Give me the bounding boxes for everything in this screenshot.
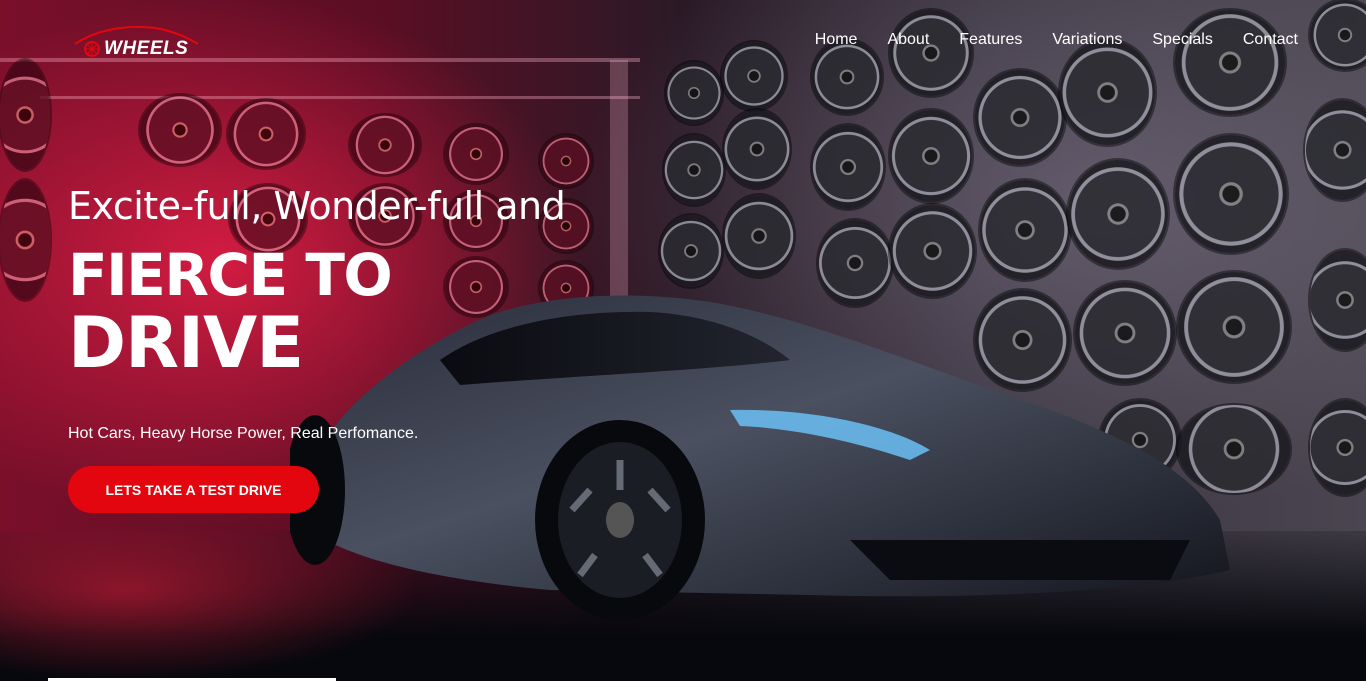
- wheel-rim: [140, 95, 220, 165]
- wheel-rim: [445, 125, 507, 183]
- hero-subtitle: Hot Cars, Heavy Horse Power, Real Perfom…: [68, 425, 419, 442]
- hero-headline: FIERCE TO DRIVE: [68, 241, 393, 384]
- wheel-rim: [980, 180, 1070, 280]
- main-nav: Home About Features Variations Specials …: [815, 31, 1298, 49]
- wheel-rim: [660, 215, 722, 287]
- wheel-rim: [350, 115, 420, 175]
- wheel-rim: [724, 195, 794, 277]
- nav-features[interactable]: Features: [959, 31, 1022, 49]
- brand-logo[interactable]: WHEELS: [74, 25, 199, 60]
- wheel-rim: [812, 125, 884, 209]
- wheel-rim: [1060, 40, 1155, 145]
- wheel-rim: [890, 10, 972, 96]
- test-drive-button[interactable]: LETS TAKE A TEST DRIVE: [68, 466, 319, 513]
- hero-section: WHEELS Home About Features Variations Sp…: [0, 0, 1366, 681]
- nav-specials[interactable]: Specials: [1152, 31, 1212, 49]
- wheel-rim: [724, 110, 790, 188]
- wheel-rim: [664, 135, 724, 205]
- wheel-rim: [1175, 10, 1285, 115]
- car-outline-icon: [74, 25, 199, 45]
- wheel-rim: [0, 180, 50, 300]
- wheel-rim: [1310, 0, 1366, 70]
- wall-column: [610, 60, 628, 300]
- headline-line-2: DRIVE: [68, 302, 304, 384]
- hero-tagline: Excite-full, Wonder-full and: [68, 184, 566, 228]
- wheel-rim: [1310, 250, 1366, 350]
- wheel-rim: [540, 135, 592, 187]
- ceiling-beam: [40, 96, 640, 99]
- nav-contact[interactable]: Contact: [1243, 31, 1298, 49]
- wheel-rim: [666, 62, 722, 124]
- nav-home[interactable]: Home: [815, 31, 858, 49]
- sports-car-image: [290, 295, 1230, 620]
- wheel-rim: [1305, 100, 1366, 200]
- wheel-rim: [1175, 135, 1287, 253]
- wheel-rim: [890, 110, 972, 202]
- nav-about[interactable]: About: [887, 31, 929, 49]
- wheel-rim: [1310, 400, 1366, 495]
- wheel-rim: [722, 42, 786, 110]
- wheel-rim: [0, 60, 50, 170]
- wheel-rim: [812, 40, 882, 114]
- wheel-rim: [1068, 160, 1168, 268]
- wheel-rim: [975, 70, 1065, 165]
- wheel-rim: [890, 205, 975, 297]
- headline-line-1: FIERCE TO: [68, 241, 393, 309]
- nav-variations[interactable]: Variations: [1052, 31, 1122, 49]
- wheel-rim: [228, 100, 304, 168]
